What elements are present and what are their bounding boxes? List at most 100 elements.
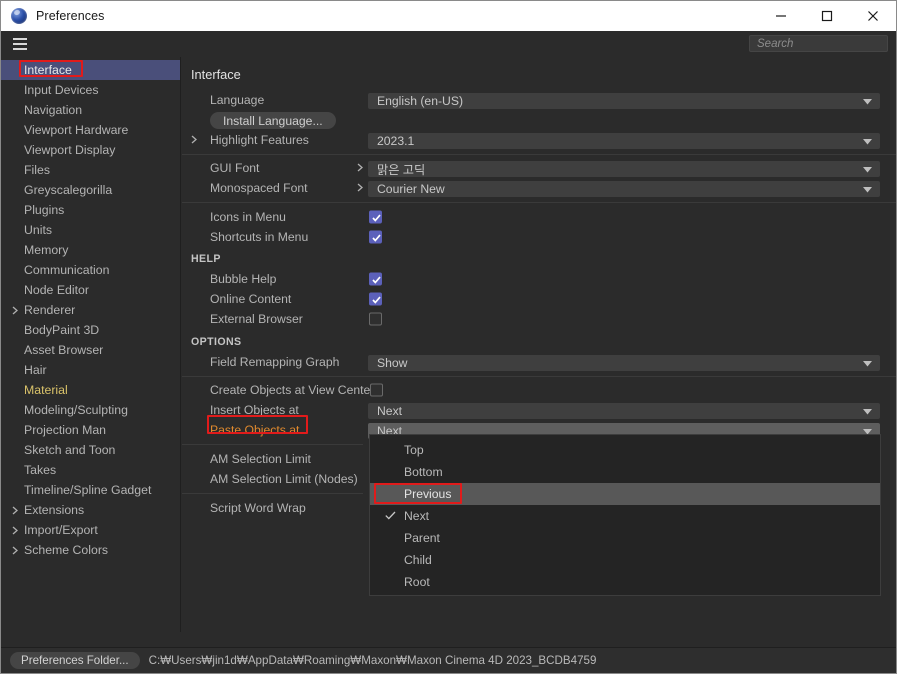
sidebar-item-bodypaint-3d[interactable]: BodyPaint 3D bbox=[1, 320, 180, 340]
sidebar-item-material[interactable]: Material bbox=[1, 380, 180, 400]
row-icons-in-menu: Icons in Menu bbox=[182, 207, 896, 227]
label-create-objects-at-view-center: Create Objects at View Center bbox=[210, 383, 375, 397]
sidebar-item-label: Viewport Hardware bbox=[24, 123, 129, 137]
label-bubble-help: Bubble Help bbox=[210, 272, 277, 286]
menu-item-previous[interactable]: Previous bbox=[370, 483, 880, 505]
menu-item-label: Next bbox=[404, 509, 430, 523]
sidebar-item-plugins[interactable]: Plugins bbox=[1, 200, 180, 220]
insert-objects-at-dropdown[interactable]: Next bbox=[368, 403, 880, 419]
chevron-right-icon[interactable] bbox=[12, 526, 20, 535]
language-dropdown[interactable]: English (en-US) bbox=[368, 93, 880, 109]
row-external-browser: External Browser bbox=[182, 309, 896, 329]
sidebar-item-viewport-hardware[interactable]: Viewport Hardware bbox=[1, 120, 180, 140]
install-language-button[interactable]: Install Language... bbox=[210, 112, 336, 129]
highlight-features-dropdown[interactable]: 2023.1 bbox=[368, 133, 880, 149]
highlight-features-value: 2023.1 bbox=[377, 134, 415, 148]
hamburger-menu-icon[interactable] bbox=[7, 31, 33, 56]
menu-strip: Search bbox=[1, 31, 896, 56]
label-script-word-wrap: Script Word Wrap bbox=[210, 501, 306, 515]
row-language: Language English (en-US) bbox=[182, 90, 896, 110]
minimize-icon[interactable] bbox=[758, 1, 804, 31]
sidebar-item-node-editor[interactable]: Node Editor bbox=[1, 280, 180, 300]
row-shortcuts-in-menu: Shortcuts in Menu bbox=[182, 227, 896, 247]
sidebar-item-label: Asset Browser bbox=[24, 343, 104, 357]
monospaced-font-dropdown[interactable]: Courier New bbox=[368, 181, 880, 197]
menu-item-top[interactable]: Top bbox=[370, 439, 880, 461]
label-gui-font: GUI Font bbox=[210, 161, 260, 175]
sidebar-item-communication[interactable]: Communication bbox=[1, 260, 180, 280]
row-install-language: Install Language... bbox=[182, 110, 896, 130]
sidebar-item-label: Material bbox=[24, 383, 68, 397]
shortcuts-in-menu-checkbox[interactable] bbox=[369, 230, 382, 244]
sidebar-item-label: Interface bbox=[24, 63, 72, 77]
label-external-browser: External Browser bbox=[210, 312, 303, 326]
field-remapping-graph-dropdown[interactable]: Show bbox=[368, 355, 880, 371]
sidebar-item-label: Import/Export bbox=[24, 523, 98, 537]
menu-item-next[interactable]: Next bbox=[370, 505, 880, 527]
label-shortcuts-in-menu: Shortcuts in Menu bbox=[210, 230, 309, 244]
monospaced-font-value: Courier New bbox=[377, 182, 445, 196]
sidebar-item-modeling-sculpting[interactable]: Modeling/Sculpting bbox=[1, 400, 180, 420]
menu-item-root[interactable]: Root bbox=[370, 571, 880, 593]
create-objects-at-view-center-checkbox[interactable] bbox=[370, 383, 383, 397]
section-help-label: HELP bbox=[191, 253, 221, 265]
sidebar-item-label: Extensions bbox=[24, 503, 85, 517]
sidebar-item-scheme-colors[interactable]: Scheme Colors bbox=[1, 540, 180, 560]
preferences-window: Preferences Search Interface Input Device… bbox=[0, 0, 897, 674]
chevron-right-icon[interactable] bbox=[191, 131, 197, 149]
sidebar-item-label: Projection Man bbox=[24, 423, 107, 437]
icons-in-menu-checkbox[interactable] bbox=[369, 210, 382, 224]
label-icons-in-menu: Icons in Menu bbox=[210, 210, 286, 224]
sidebar-item-label: Input Devices bbox=[24, 83, 99, 97]
row-highlight-features: Highlight Features 2023.1 bbox=[182, 130, 896, 150]
search-input[interactable]: Search bbox=[749, 35, 888, 52]
sidebar-item-takes[interactable]: Takes bbox=[1, 460, 180, 480]
sidebar-item-label: Files bbox=[24, 163, 50, 177]
label-online-content: Online Content bbox=[210, 292, 292, 306]
gui-font-dropdown[interactable]: 맑은 고딕 bbox=[368, 161, 880, 177]
divider bbox=[182, 154, 896, 155]
preferences-folder-button[interactable]: Preferences Folder... bbox=[10, 652, 140, 669]
online-content-checkbox[interactable] bbox=[369, 292, 382, 306]
sidebar-item-timeline-spline-gadget[interactable]: Timeline/Spline Gadget bbox=[1, 480, 180, 500]
sidebar-item-greyscalegorilla[interactable]: Greyscalegorilla bbox=[1, 180, 180, 200]
sidebar-item-extensions[interactable]: Extensions bbox=[1, 500, 180, 520]
row-gui-font: GUI Font 맑은 고딕 bbox=[182, 158, 896, 178]
sidebar-item-input-devices[interactable]: Input Devices bbox=[1, 80, 180, 100]
maximize-icon[interactable] bbox=[804, 1, 850, 31]
close-icon[interactable] bbox=[850, 1, 896, 31]
sidebar-item-hair[interactable]: Hair bbox=[1, 360, 180, 380]
sidebar-item-viewport-display[interactable]: Viewport Display bbox=[1, 140, 180, 160]
divider bbox=[182, 376, 896, 377]
paste-objects-at-menu: Top Bottom Previous Next Parent Child Root bbox=[369, 434, 881, 596]
section-options: OPTIONS bbox=[182, 332, 896, 352]
menu-item-bottom[interactable]: Bottom bbox=[370, 461, 880, 483]
chevron-down-icon bbox=[863, 402, 872, 420]
chevron-right-icon[interactable] bbox=[357, 159, 363, 177]
sidebar-item-label: Units bbox=[24, 223, 53, 237]
sidebar-item-label: Communication bbox=[24, 263, 110, 277]
sidebar-item-asset-browser[interactable]: Asset Browser bbox=[1, 340, 180, 360]
sidebar-item-interface[interactable]: Interface bbox=[1, 60, 180, 80]
sidebar-item-renderer[interactable]: Renderer bbox=[1, 300, 180, 320]
chevron-down-icon bbox=[863, 354, 872, 372]
bubble-help-checkbox[interactable] bbox=[369, 272, 382, 286]
chevron-right-icon[interactable] bbox=[12, 506, 20, 515]
sidebar-item-import-export[interactable]: Import/Export bbox=[1, 520, 180, 540]
insert-objects-at-value: Next bbox=[377, 404, 403, 418]
sidebar-item-memory[interactable]: Memory bbox=[1, 240, 180, 260]
sidebar-item-sketch-and-toon[interactable]: Sketch and Toon bbox=[1, 440, 180, 460]
sidebar-item-navigation[interactable]: Navigation bbox=[1, 100, 180, 120]
chevron-right-icon[interactable] bbox=[12, 306, 20, 315]
sidebar-item-units[interactable]: Units bbox=[1, 220, 180, 240]
menu-item-child[interactable]: Child bbox=[370, 549, 880, 571]
sidebar-item-label: Navigation bbox=[24, 103, 83, 117]
check-icon bbox=[385, 509, 396, 523]
external-browser-checkbox[interactable] bbox=[369, 312, 382, 326]
sidebar-item-label: Renderer bbox=[24, 303, 76, 317]
chevron-right-icon[interactable] bbox=[12, 546, 20, 555]
sidebar-item-files[interactable]: Files bbox=[1, 160, 180, 180]
chevron-right-icon[interactable] bbox=[357, 179, 363, 197]
menu-item-parent[interactable]: Parent bbox=[370, 527, 880, 549]
sidebar-item-projection-man[interactable]: Projection Man bbox=[1, 420, 180, 440]
